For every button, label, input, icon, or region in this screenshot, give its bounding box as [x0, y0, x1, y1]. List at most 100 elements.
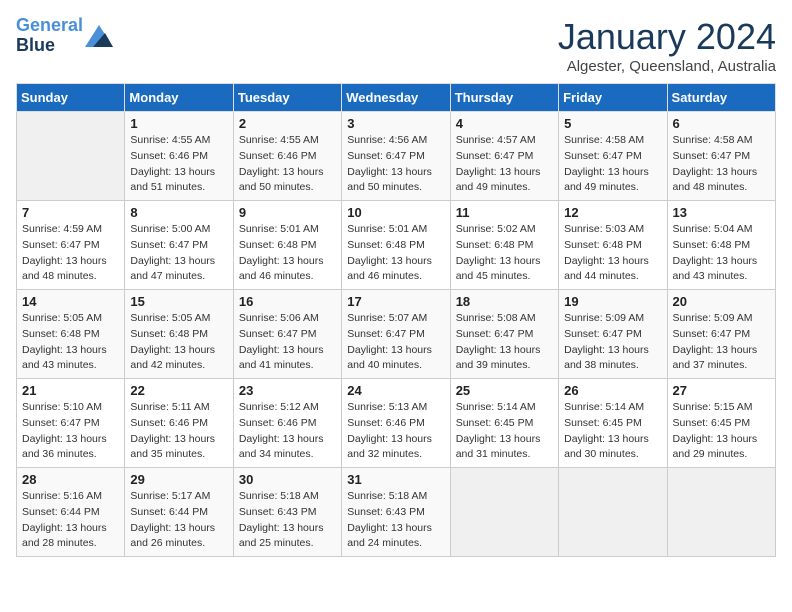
day-number: 28: [22, 472, 119, 487]
day-info: Sunrise: 4:58 AMSunset: 6:47 PMDaylight:…: [673, 133, 770, 196]
weekday-header-cell: Wednesday: [342, 84, 450, 112]
weekday-header-row: SundayMondayTuesdayWednesdayThursdayFrid…: [17, 84, 776, 112]
day-info: Sunrise: 5:12 AMSunset: 6:46 PMDaylight:…: [239, 400, 336, 463]
day-info: Sunrise: 4:57 AMSunset: 6:47 PMDaylight:…: [456, 133, 553, 196]
day-number: 3: [347, 116, 444, 131]
day-number: 9: [239, 205, 336, 220]
day-number: 4: [456, 116, 553, 131]
day-info: Sunrise: 5:00 AMSunset: 6:47 PMDaylight:…: [130, 222, 227, 285]
day-info: Sunrise: 5:07 AMSunset: 6:47 PMDaylight:…: [347, 311, 444, 374]
calendar-cell: 23 Sunrise: 5:12 AMSunset: 6:46 PMDayligh…: [233, 379, 341, 468]
day-number: 13: [673, 205, 770, 220]
day-number: 1: [130, 116, 227, 131]
month-title: January 2024: [558, 16, 776, 58]
day-info: Sunrise: 5:04 AMSunset: 6:48 PMDaylight:…: [673, 222, 770, 285]
day-number: 23: [239, 383, 336, 398]
day-info: Sunrise: 5:01 AMSunset: 6:48 PMDaylight:…: [347, 222, 444, 285]
calendar-cell: 16Sunrise: 5:06 AMSunset: 6:47 PMDayligh…: [233, 290, 341, 379]
day-number: 11: [456, 205, 553, 220]
day-info: Sunrise: 4:58 AMSunset: 6:47 PMDaylight:…: [564, 133, 661, 196]
calendar-cell: 9 Sunrise: 5:01 AMSunset: 6:48 PMDaylight…: [233, 201, 341, 290]
day-number: 10: [347, 205, 444, 220]
calendar-cell: 25Sunrise: 5:14 AMSunset: 6:45 PMDayligh…: [450, 379, 558, 468]
day-info: Sunrise: 5:14 AMSunset: 6:45 PMDaylight:…: [564, 400, 661, 463]
day-number: 5: [564, 116, 661, 131]
calendar-cell: 28 Sunrise: 5:16 AMSunset: 6:44 PMDayligh…: [17, 468, 125, 557]
day-number: 7: [22, 205, 119, 220]
day-info: Sunrise: 5:16 AMSunset: 6:44 PMDaylight:…: [22, 489, 119, 552]
calendar-cell: 21 Sunrise: 5:10 AMSunset: 6:47 PMDayligh…: [17, 379, 125, 468]
calendar-cell: 10 Sunrise: 5:01 AMSunset: 6:48 PMDayligh…: [342, 201, 450, 290]
calendar-cell: 15 Sunrise: 5:05 AMSunset: 6:48 PMDayligh…: [125, 290, 233, 379]
day-number: 6: [673, 116, 770, 131]
day-number: 2: [239, 116, 336, 131]
weekday-header-cell: Tuesday: [233, 84, 341, 112]
day-info: Sunrise: 4:59 AMSunset: 6:47 PMDaylight:…: [22, 222, 119, 285]
calendar-cell: 13 Sunrise: 5:04 AMSunset: 6:48 PMDayligh…: [667, 201, 775, 290]
day-info: Sunrise: 5:05 AMSunset: 6:48 PMDaylight:…: [22, 311, 119, 374]
day-info: Sunrise: 5:06 AMSunset: 6:47 PMDaylight:…: [239, 311, 336, 374]
calendar-cell: 17 Sunrise: 5:07 AMSunset: 6:47 PMDayligh…: [342, 290, 450, 379]
day-number: 17: [347, 294, 444, 309]
day-number: 25: [456, 383, 553, 398]
calendar-cell: 18 Sunrise: 5:08 AMSunset: 6:47 PMDayligh…: [450, 290, 558, 379]
location: Algester, Queensland, Australia: [558, 58, 776, 75]
day-number: 30: [239, 472, 336, 487]
day-info: Sunrise: 5:13 AMSunset: 6:46 PMDaylight:…: [347, 400, 444, 463]
weekday-header-cell: Sunday: [17, 84, 125, 112]
calendar-cell: 3Sunrise: 4:56 AMSunset: 6:47 PMDaylight…: [342, 112, 450, 201]
day-number: 21: [22, 383, 119, 398]
calendar-cell: [559, 468, 667, 557]
day-info: Sunrise: 5:09 AMSunset: 6:47 PMDaylight:…: [564, 311, 661, 374]
calendar-cell: 24 Sunrise: 5:13 AMSunset: 6:46 PMDayligh…: [342, 379, 450, 468]
calendar-cell: 19 Sunrise: 5:09 AMSunset: 6:47 PMDayligh…: [559, 290, 667, 379]
day-info: Sunrise: 4:55 AMSunset: 6:46 PMDaylight:…: [239, 133, 336, 196]
day-number: 14: [22, 294, 119, 309]
day-info: Sunrise: 5:02 AMSunset: 6:48 PMDaylight:…: [456, 222, 553, 285]
day-info: Sunrise: 5:15 AMSunset: 6:45 PMDaylight:…: [673, 400, 770, 463]
calendar-cell: 8 Sunrise: 5:00 AMSunset: 6:47 PMDaylight…: [125, 201, 233, 290]
calendar-cell: 31Sunrise: 5:18 AMSunset: 6:43 PMDayligh…: [342, 468, 450, 557]
calendar-cell: 11 Sunrise: 5:02 AMSunset: 6:48 PMDayligh…: [450, 201, 558, 290]
weekday-header-cell: Monday: [125, 84, 233, 112]
title-block: January 2024 Algester, Queensland, Austr…: [558, 16, 776, 75]
calendar-cell: 20 Sunrise: 5:09 AMSunset: 6:47 PMDayligh…: [667, 290, 775, 379]
calendar-table: SundayMondayTuesdayWednesdayThursdayFrid…: [16, 83, 776, 557]
calendar-cell: 26 Sunrise: 5:14 AMSunset: 6:45 PMDayligh…: [559, 379, 667, 468]
calendar-week-row: 21 Sunrise: 5:10 AMSunset: 6:47 PMDayligh…: [17, 379, 776, 468]
day-info: Sunrise: 4:55 AMSunset: 6:46 PMDaylight:…: [130, 133, 227, 196]
day-info: Sunrise: 5:18 AMSunset: 6:43 PMDaylight:…: [239, 489, 336, 552]
day-info: Sunrise: 5:05 AMSunset: 6:48 PMDaylight:…: [130, 311, 227, 374]
day-info: Sunrise: 5:08 AMSunset: 6:47 PMDaylight:…: [456, 311, 553, 374]
calendar-cell: 22 Sunrise: 5:11 AMSunset: 6:46 PMDayligh…: [125, 379, 233, 468]
day-info: Sunrise: 5:01 AMSunset: 6:48 PMDaylight:…: [239, 222, 336, 285]
day-number: 29: [130, 472, 227, 487]
calendar-cell: 1 Sunrise: 4:55 AMSunset: 6:46 PMDaylight…: [125, 112, 233, 201]
calendar-cell: 7 Sunrise: 4:59 AMSunset: 6:47 PMDaylight…: [17, 201, 125, 290]
day-number: 22: [130, 383, 227, 398]
day-number: 24: [347, 383, 444, 398]
logo-text: GeneralBlue: [16, 16, 83, 56]
day-number: 20: [673, 294, 770, 309]
day-number: 19: [564, 294, 661, 309]
day-number: 31: [347, 472, 444, 487]
calendar-cell: [450, 468, 558, 557]
day-number: 8: [130, 205, 227, 220]
calendar-cell: 2 Sunrise: 4:55 AMSunset: 6:46 PMDaylight…: [233, 112, 341, 201]
calendar-week-row: 7 Sunrise: 4:59 AMSunset: 6:47 PMDaylight…: [17, 201, 776, 290]
calendar-cell: 29Sunrise: 5:17 AMSunset: 6:44 PMDayligh…: [125, 468, 233, 557]
calendar-cell: 6 Sunrise: 4:58 AMSunset: 6:47 PMDaylight…: [667, 112, 775, 201]
weekday-header-cell: Friday: [559, 84, 667, 112]
day-info: Sunrise: 5:09 AMSunset: 6:47 PMDaylight:…: [673, 311, 770, 374]
day-number: 26: [564, 383, 661, 398]
day-number: 12: [564, 205, 661, 220]
day-info: Sunrise: 5:11 AMSunset: 6:46 PMDaylight:…: [130, 400, 227, 463]
day-info: Sunrise: 5:03 AMSunset: 6:48 PMDaylight:…: [564, 222, 661, 285]
calendar-cell: [17, 112, 125, 201]
calendar-week-row: 14 Sunrise: 5:05 AMSunset: 6:48 PMDayligh…: [17, 290, 776, 379]
day-info: Sunrise: 5:10 AMSunset: 6:47 PMDaylight:…: [22, 400, 119, 463]
day-number: 15: [130, 294, 227, 309]
calendar-week-row: 1 Sunrise: 4:55 AMSunset: 6:46 PMDaylight…: [17, 112, 776, 201]
day-number: 18: [456, 294, 553, 309]
logo: GeneralBlue: [16, 16, 113, 56]
